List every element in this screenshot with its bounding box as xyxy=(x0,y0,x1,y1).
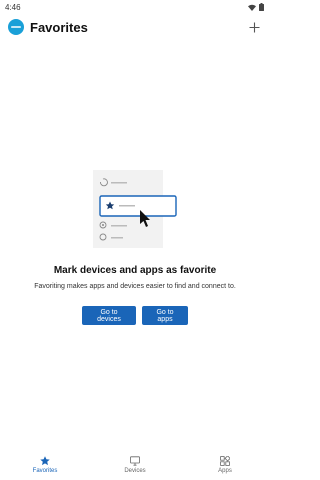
star-icon xyxy=(40,456,50,466)
monitor-icon xyxy=(130,456,140,466)
favorites-illustration xyxy=(93,170,177,248)
status-bar: 4:46 xyxy=(0,0,270,14)
bottom-nav: Favorites Devices Apps xyxy=(0,451,270,480)
go-to-devices-button[interactable]: Go to devices xyxy=(82,306,136,325)
nav-item-apps[interactable]: Apps xyxy=(180,451,270,480)
app-logo-icon xyxy=(8,19,24,35)
go-to-apps-button[interactable]: Go to apps xyxy=(142,306,188,325)
action-buttons: Go to devices Go to apps xyxy=(0,306,270,325)
nav-item-favorites[interactable]: Favorites xyxy=(0,451,90,480)
add-button[interactable] xyxy=(244,17,264,37)
grid-icon xyxy=(220,456,230,466)
status-icons xyxy=(248,3,264,11)
battery-icon xyxy=(259,3,264,11)
status-time: 4:46 xyxy=(5,2,21,12)
app-header: Favorites xyxy=(0,14,270,40)
nav-item-devices[interactable]: Devices xyxy=(90,451,180,480)
nav-label: Favorites xyxy=(32,468,58,474)
nav-label: Devices xyxy=(124,468,146,474)
empty-state-title: Mark devices and apps as favorite xyxy=(53,265,217,276)
empty-state-subtitle: Favoriting makes apps and devices easier… xyxy=(34,283,236,290)
plus-icon xyxy=(249,22,259,32)
page-title: Favorites xyxy=(30,19,88,35)
favorites-screen: 4:46 Favorites Mark devices and apps as … xyxy=(0,0,270,480)
nav-label: Apps xyxy=(218,468,232,474)
wifi-icon xyxy=(248,4,256,11)
